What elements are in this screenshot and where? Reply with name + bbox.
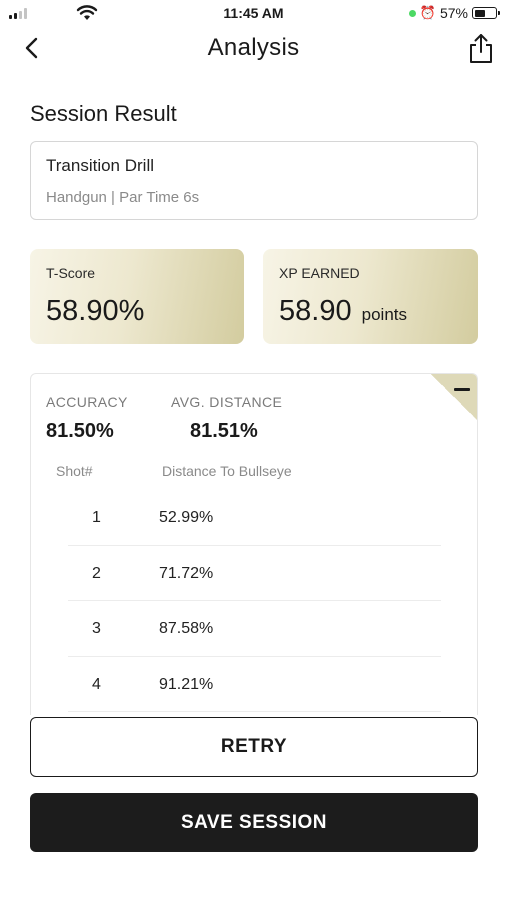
battery-percent: 57% xyxy=(439,5,468,21)
shot-distance: 91.21% xyxy=(159,675,214,693)
shot-list: 1 52.99% 2 71.72% 3 87.58% 4 91.21% xyxy=(68,490,441,712)
accuracy-label: ACCURACY xyxy=(46,394,128,410)
shot-analysis-card: ACCURACY 81.50% AVG. DISTANCE 81.51% Sho… xyxy=(30,373,478,715)
drill-card: Transition Drill Handgun | Par Time 6s xyxy=(30,141,478,220)
nav-bar: Analysis xyxy=(0,28,507,68)
shot-number: 4 xyxy=(92,675,101,693)
battery-icon xyxy=(472,7,500,19)
save-session-button[interactable]: SAVE SESSION xyxy=(30,793,478,852)
tscore-card: T-Score 58.90% xyxy=(30,249,244,344)
distance-column-header: Distance To Bullseye xyxy=(162,463,292,479)
tscore-label: T-Score xyxy=(46,265,96,281)
section-title: Session Result xyxy=(30,101,177,126)
xp-label: XP EARNED xyxy=(279,265,360,281)
accuracy-value: 81.50% xyxy=(46,420,114,442)
table-row: 4 91.21% xyxy=(68,657,441,712)
drill-name: Transition Drill xyxy=(46,156,155,175)
xp-unit: points xyxy=(361,305,408,324)
page-title: Analysis xyxy=(207,34,300,61)
drill-details: Handgun | Par Time 6s xyxy=(46,189,200,206)
shot-distance: 52.99% xyxy=(159,509,214,526)
table-row: 2 71.72% xyxy=(68,546,441,601)
share-icon[interactable] xyxy=(467,32,495,64)
tscore-value: 58.90% xyxy=(46,295,145,327)
shot-number: 1 xyxy=(92,509,101,526)
collapse-icon[interactable] xyxy=(454,388,470,391)
avg-distance-value: 81.51% xyxy=(190,420,258,442)
shot-column-header: Shot# xyxy=(56,463,93,479)
table-row: 1 52.99% xyxy=(68,490,441,546)
shot-distance: 87.58% xyxy=(159,620,214,637)
shot-number: 3 xyxy=(92,620,101,637)
xp-card: XP EARNED 58.90 points xyxy=(263,249,478,344)
shot-distance: 71.72% xyxy=(159,564,214,582)
shot-number: 2 xyxy=(92,564,101,582)
alarm-icon: ⏰ xyxy=(419,5,436,20)
retry-button[interactable]: RETRY xyxy=(30,717,478,777)
avg-distance-label: AVG. DISTANCE xyxy=(171,394,283,410)
card-corner-fold xyxy=(431,374,477,420)
table-row: 3 87.58% xyxy=(68,601,441,657)
status-bar: 11:45 AM ⏰ 57% xyxy=(0,0,507,28)
camera-indicator-dot xyxy=(408,9,416,17)
xp-value: 58.90 xyxy=(279,295,352,327)
